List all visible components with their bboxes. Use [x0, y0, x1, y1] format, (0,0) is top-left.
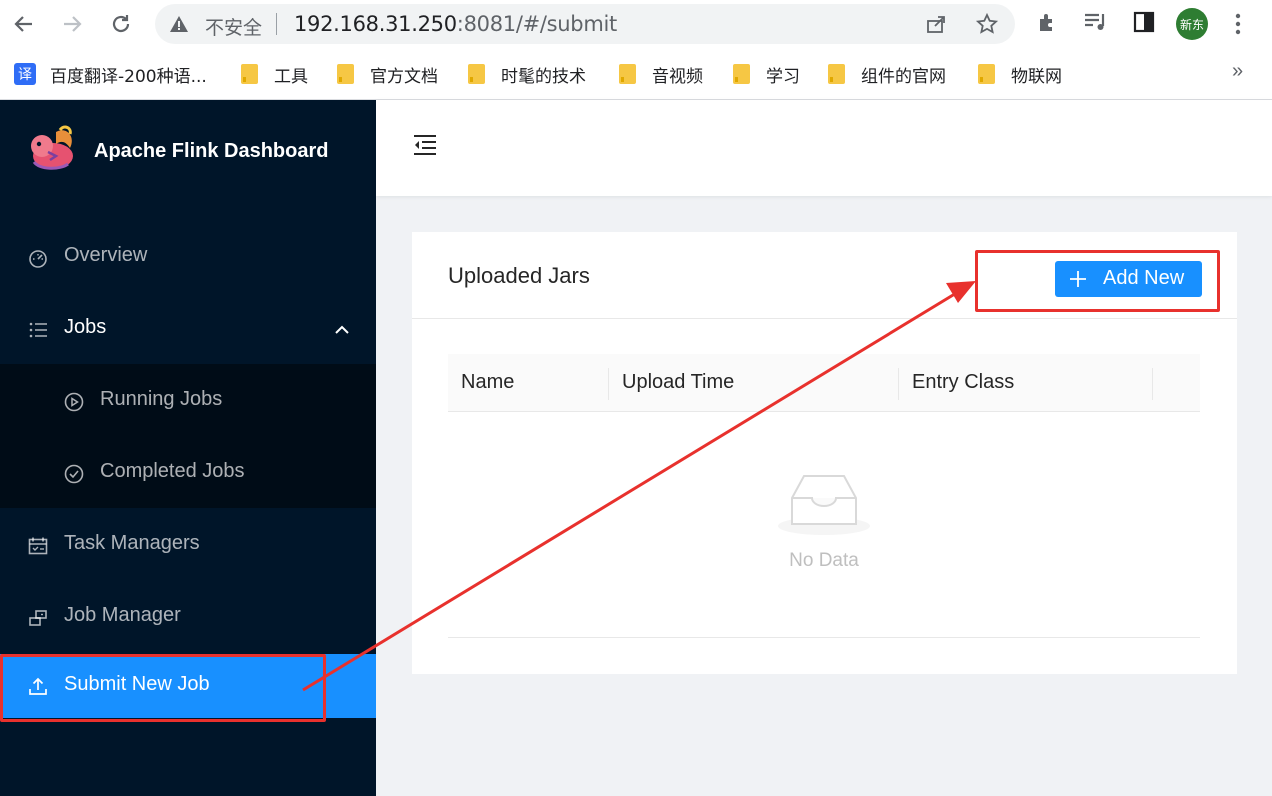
folder-icon — [468, 64, 485, 84]
folder-icon — [978, 64, 995, 84]
page-header — [376, 100, 1272, 196]
address-bar[interactable]: 不安全 192.168.31.250:8081/#/submit — [155, 4, 1015, 44]
menu-label: Completed Jobs — [100, 460, 245, 482]
flink-logo-icon — [26, 122, 78, 174]
reload-icon — [112, 15, 130, 33]
folder-icon — [733, 64, 750, 84]
menu-label: Running Jobs — [100, 388, 223, 410]
warning-icon — [170, 16, 188, 32]
profile-avatar[interactable]: 新东 — [1176, 8, 1208, 40]
bookmark-folder[interactable]: 官方文档 — [337, 62, 438, 87]
forward-button[interactable] — [58, 10, 86, 38]
star-icon[interactable] — [975, 12, 999, 36]
folder-icon — [619, 64, 636, 84]
highlight-box-add-new — [975, 250, 1220, 312]
bookmark-folder[interactable]: 工具 — [241, 62, 308, 87]
column-divider — [1152, 368, 1153, 400]
app-title: Apache Flink Dashboard — [94, 140, 329, 162]
more-menu-icon[interactable] — [1232, 12, 1244, 36]
schedule-icon — [28, 537, 48, 555]
menu-label: Task Managers — [64, 532, 200, 554]
column-divider — [608, 368, 609, 400]
address-separator — [276, 13, 277, 35]
column-divider — [898, 368, 899, 400]
bookmark-label: 音视频 — [652, 66, 703, 87]
menu-item-overview[interactable]: Overview — [0, 222, 376, 294]
bookmark-label: 物联网 — [1011, 66, 1062, 87]
bookmark-label: 官方文档 — [370, 66, 438, 87]
more-bookmarks-icon[interactable]: » — [1232, 60, 1243, 83]
browser-toolbar: 不安全 192.168.31.250:8081/#/submit 新东 — [0, 0, 1272, 48]
bookmark-translate[interactable]: 译 百度翻译-200种语... — [14, 62, 207, 87]
back-button[interactable] — [10, 10, 38, 38]
check-circle-icon — [64, 464, 84, 484]
bookmark-label: 时髦的技术 — [501, 66, 586, 87]
bookmark-folder[interactable]: 组件的官网 — [828, 62, 946, 87]
card-title: Uploaded Jars — [448, 263, 590, 288]
menu-label: Overview — [64, 244, 148, 266]
bookmark-label: 学习 — [766, 66, 800, 87]
folder-icon — [337, 64, 354, 84]
bookmark-label: 百度翻译-200种语... — [50, 66, 207, 87]
bookmark-folder[interactable]: 学习 — [733, 62, 800, 87]
menu-fold-icon[interactable] — [412, 133, 438, 157]
play-circle-icon — [64, 392, 84, 412]
menu-item-completed-jobs[interactable]: Completed Jobs — [0, 438, 376, 510]
menu-item-job-manager[interactable]: Job Manager — [0, 582, 376, 654]
arrow-right-icon — [64, 16, 82, 32]
arrow-left-icon — [14, 16, 32, 32]
url-text: 192.168.31.250:8081/#/submit — [294, 12, 617, 36]
table-header: Name Upload Time Entry Class — [448, 354, 1200, 412]
empty-text: No Data — [789, 550, 859, 571]
reload-button[interactable] — [107, 10, 135, 38]
dashboard-icon — [29, 250, 47, 268]
folder-icon — [828, 64, 845, 84]
bookmark-folder[interactable]: 物联网 — [978, 62, 1062, 87]
bookmarks-bar: 译 百度翻译-200种语... 工具 官方文档 时髦的技术 音视频 学习 组件的… — [0, 48, 1272, 100]
side-panel-icon[interactable] — [1132, 10, 1156, 34]
share-icon[interactable] — [925, 13, 947, 35]
cluster-icon — [29, 610, 47, 626]
extensions-icon[interactable] — [1036, 10, 1060, 34]
translate-icon: 译 — [14, 63, 36, 85]
empty-state: No Data — [448, 412, 1200, 638]
column-header-name[interactable]: Name — [461, 371, 514, 394]
reading-list-icon[interactable] — [1083, 10, 1109, 34]
bookmark-label: 工具 — [274, 66, 308, 87]
menu-item-task-managers[interactable]: Task Managers — [0, 510, 376, 582]
chevron-up-icon — [335, 325, 349, 334]
menu-item-running-jobs[interactable]: Running Jobs — [0, 366, 376, 438]
menu-label: Jobs — [64, 316, 107, 338]
highlight-box-submit — [0, 654, 326, 722]
column-header-upload-time[interactable]: Upload Time — [622, 371, 734, 394]
url-path: :8081/#/submit — [456, 12, 617, 36]
folder-icon — [241, 64, 258, 84]
empty-inbox-icon — [778, 475, 870, 535]
column-header-entry-class[interactable]: Entry Class — [912, 371, 1014, 394]
url-host: 192.168.31.250 — [294, 12, 457, 36]
bookmark-folder[interactable]: 音视频 — [619, 62, 703, 87]
list-icon — [29, 322, 47, 338]
bookmark-label: 组件的官网 — [861, 66, 946, 87]
menu-item-jobs[interactable]: Jobs — [0, 294, 376, 366]
bookmark-folder[interactable]: 时髦的技术 — [468, 62, 586, 87]
insecure-label: 不安全 — [205, 17, 263, 39]
menu-label: Job Manager — [64, 604, 181, 626]
